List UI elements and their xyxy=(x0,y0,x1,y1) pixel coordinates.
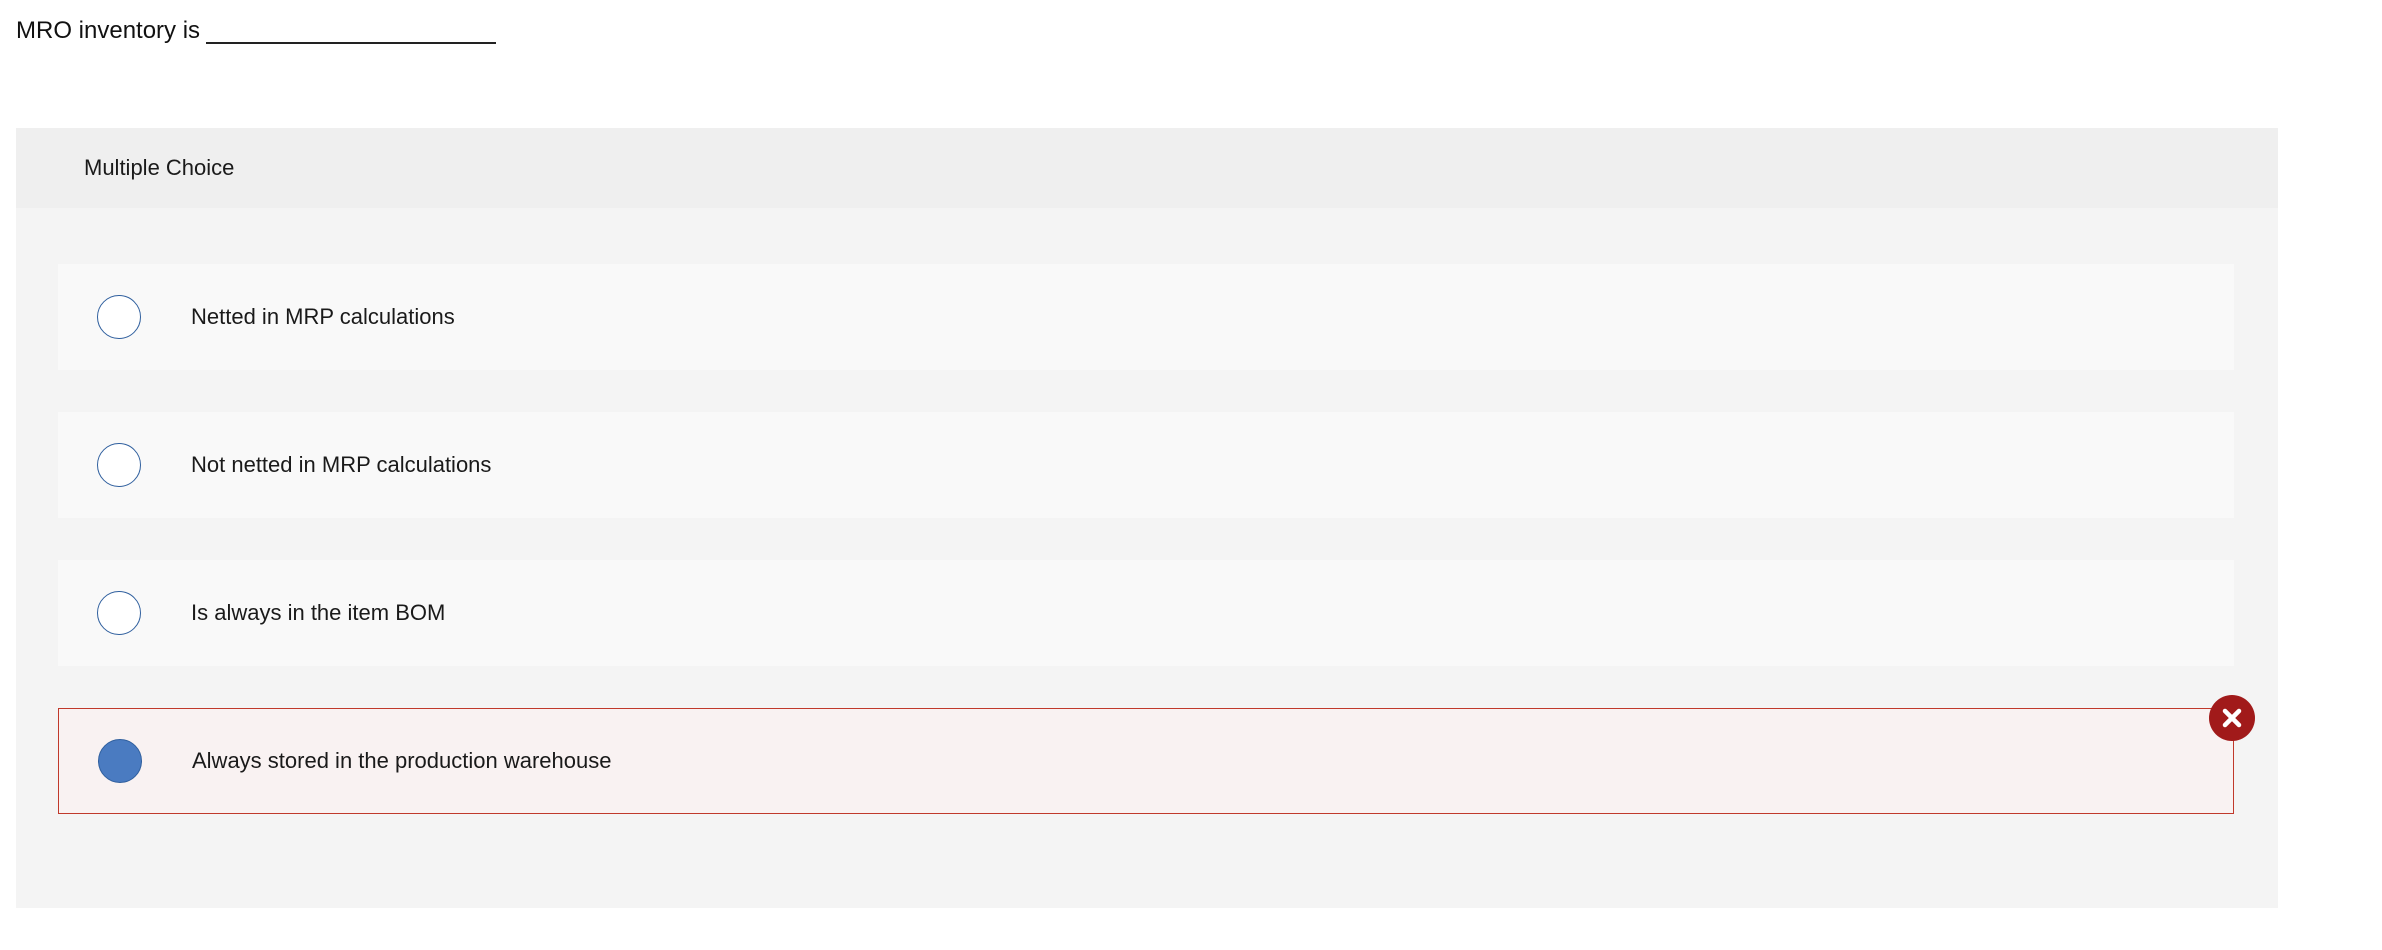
multiple-choice-panel: Multiple Choice Netted in MRP calculatio… xyxy=(16,128,2278,908)
radio-button[interactable] xyxy=(97,295,141,339)
radio-button-selected[interactable] xyxy=(98,739,142,783)
option-label: Is always in the item BOM xyxy=(191,600,446,625)
option-label: Netted in MRP calculations xyxy=(191,304,455,329)
radio-button[interactable] xyxy=(97,443,141,487)
question-prompt: MRO inventory is xyxy=(16,12,497,49)
close-icon xyxy=(2222,708,2242,728)
question-text: MRO inventory is xyxy=(16,17,201,44)
incorrect-badge xyxy=(2209,695,2255,741)
option-1[interactable]: Netted in MRP calculations xyxy=(58,264,2234,370)
panel-title: Multiple Choice xyxy=(84,155,235,180)
option-3[interactable]: Is always in the item BOM xyxy=(58,560,2234,666)
answer-blank xyxy=(206,18,497,44)
option-4[interactable]: Always stored in the production warehous… xyxy=(58,695,2255,814)
option-label: Always stored in the production warehous… xyxy=(192,748,612,773)
option-label: Not netted in MRP calculations xyxy=(191,452,492,477)
panel-header: Multiple Choice xyxy=(16,128,2278,208)
option-2[interactable]: Not netted in MRP calculations xyxy=(58,412,2234,518)
radio-button[interactable] xyxy=(97,591,141,635)
